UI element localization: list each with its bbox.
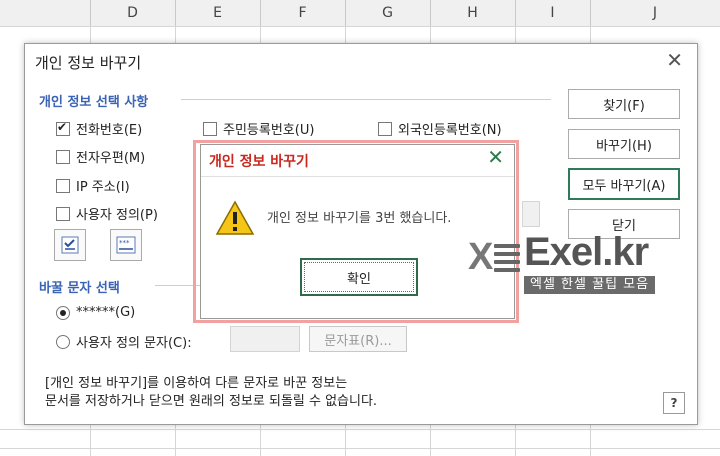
radio-selected-icon (56, 305, 70, 320)
checkbox-foreigner-label: 외국인등록번호(N) (398, 123, 502, 138)
checkbox-ip[interactable]: IP 주소(I) (56, 176, 130, 195)
radio-asterisks[interactable]: ******(G) (56, 305, 135, 320)
column-header-g[interactable]: G (345, 0, 431, 26)
section-replace-char-title: 바꿀 문자 선택 (39, 281, 120, 296)
custom-char-input[interactable] (230, 326, 300, 352)
char-table-button[interactable]: 문자표(R)... (309, 326, 407, 352)
message-divider (201, 176, 514, 177)
radio-asterisks-label: ******(G) (76, 305, 136, 320)
message-text: 개인 정보 바꾸기를 3번 했습니다. (267, 211, 452, 226)
watermark-tagline: 엑셀 한셀 꿀팁 모음 (524, 276, 656, 294)
replace-all-button[interactable]: 모두 바꾸기(A) (568, 168, 680, 200)
disabled-field (522, 201, 540, 227)
ok-button[interactable]: 확인 (300, 258, 418, 296)
column-header-blank (0, 0, 91, 26)
watermark-x-icon: X (468, 236, 494, 278)
checkbox-email-label: 전자우편(M) (76, 151, 146, 166)
checkbox-checked-icon (56, 120, 70, 136)
checkbox-resident-number[interactable]: 주민등록번호(U) (203, 119, 314, 138)
checkbox-foreigner-number[interactable]: 외국인등록번호(N) (378, 119, 502, 138)
info-note-line1: [개인 정보 바꾸기]를 이용하여 다른 문자로 바꾼 정보는 (45, 376, 348, 391)
checkbox-icon (56, 149, 70, 164)
section-privacy-options-title: 개인 정보 선택 사항 (39, 95, 149, 110)
checkbox-custom[interactable]: 사용자 정의(P) (56, 204, 158, 223)
select-all-icon[interactable] (54, 229, 86, 261)
checkbox-phone-label: 전화번호(E) (76, 123, 143, 138)
checkbox-email[interactable]: 전자우편(M) (56, 147, 145, 166)
help-icon[interactable]: ? (663, 392, 685, 414)
checkbox-icon (378, 121, 392, 136)
radio-custom-char-label: 사용자 정의 문자(C): (76, 336, 192, 351)
checkbox-ip-label: IP 주소(I) (76, 180, 130, 195)
watermark-brand: Exel.kr (524, 230, 649, 274)
message-title: 개인 정보 바꾸기 (209, 154, 309, 170)
replace-button[interactable]: 바꾸기(H) (568, 129, 680, 159)
checkbox-icon (56, 206, 70, 221)
checkbox-resident-label: 주민등록번호(U) (223, 123, 315, 138)
custom-pattern-icon[interactable]: *** (110, 229, 142, 261)
column-header-j[interactable]: J (590, 0, 720, 26)
focus-ring (304, 262, 414, 292)
column-header-f[interactable]: F (260, 0, 346, 26)
close-icon[interactable]: ✕ (487, 145, 504, 169)
column-header-d[interactable]: D (90, 0, 176, 26)
watermark-lines-icon (494, 244, 520, 276)
column-header-e[interactable]: E (175, 0, 261, 26)
watermark-logo: X Exel.kr 엑셀 한셀 꿀팁 모음 (468, 230, 698, 296)
dialog-title: 개인 정보 바꾸기 (35, 54, 142, 72)
close-icon[interactable]: ✕ (666, 48, 683, 72)
checkbox-phone[interactable]: 전화번호(E) (56, 119, 142, 138)
find-button[interactable]: 찾기(F) (568, 89, 680, 119)
radio-custom-char[interactable]: 사용자 정의 문자(C): (56, 332, 192, 351)
svg-text:***: *** (119, 239, 130, 247)
column-header-bar: D E F G H I J (0, 0, 720, 27)
section-divider (181, 99, 551, 100)
checkbox-icon (203, 121, 217, 136)
info-note: [개인 정보 바꾸기]를 이용하여 다른 문자로 바꾼 정보는 문서를 저장하거… (45, 375, 377, 411)
radio-icon (56, 334, 70, 349)
column-header-h[interactable]: H (430, 0, 516, 26)
warning-icon (215, 200, 255, 240)
info-note-line2: 문서를 저장하거나 닫으면 원래의 정보로 되돌릴 수 없습니다. (45, 394, 378, 409)
column-header-i[interactable]: I (515, 0, 591, 26)
checkbox-icon (56, 178, 70, 193)
checkbox-custom-label: 사용자 정의(P) (76, 208, 158, 223)
